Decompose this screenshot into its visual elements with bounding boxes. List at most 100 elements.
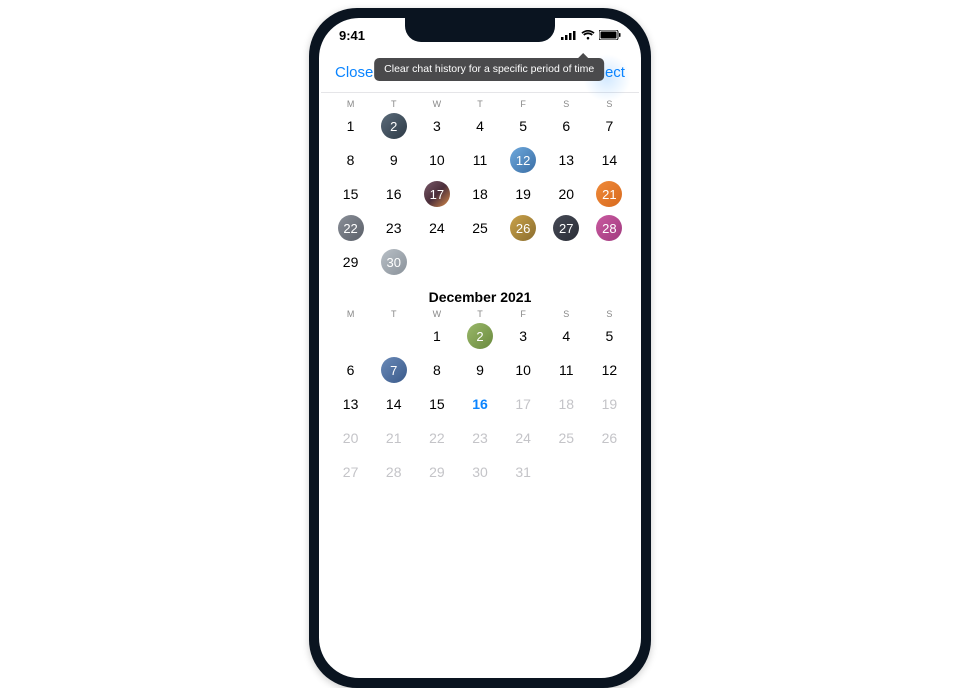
weekday-label: T (372, 309, 415, 319)
calendar-sheet: Close Calendar Select Clear chat history… (321, 52, 639, 497)
day-cell[interactable]: 6 (329, 353, 372, 387)
month-grid: 1234567891011121314151617181920212223242… (329, 319, 631, 489)
day-cell[interactable]: 18 (545, 387, 588, 421)
weekday-row: MTWTFSS (329, 309, 631, 319)
day-cell[interactable]: 29 (415, 455, 458, 489)
weekday-label: T (458, 309, 501, 319)
day-media-bubble[interactable]: 2 (381, 113, 407, 139)
day-cell[interactable]: 17 (415, 177, 458, 211)
calendar-body: MTWTFSS123456789101112131415161718192021… (321, 93, 639, 497)
day-cell[interactable]: 8 (415, 353, 458, 387)
weekday-label: S (545, 99, 588, 109)
day-cell[interactable]: 11 (545, 353, 588, 387)
day-cell-blank (372, 319, 415, 353)
day-cell[interactable]: 1 (329, 109, 372, 143)
day-cell-blank (329, 319, 372, 353)
day-media-bubble[interactable]: 21 (596, 181, 622, 207)
day-cell[interactable]: 16 (372, 177, 415, 211)
day-cell[interactable]: 9 (458, 353, 501, 387)
weekday-row: MTWTFSS (329, 99, 631, 109)
day-media-bubble[interactable]: 12 (510, 147, 536, 173)
cellular-icon (561, 30, 577, 40)
status-icons (561, 30, 621, 40)
weekday-label: F (502, 99, 545, 109)
day-cell[interactable]: 21 (372, 421, 415, 455)
day-cell[interactable]: 27 (329, 455, 372, 489)
weekday-label: T (458, 99, 501, 109)
day-cell[interactable]: 14 (372, 387, 415, 421)
battery-icon (599, 30, 621, 40)
day-cell[interactable]: 28 (372, 455, 415, 489)
day-cell[interactable]: 2 (372, 109, 415, 143)
day-cell[interactable]: 5 (502, 109, 545, 143)
day-cell[interactable]: 7 (588, 109, 631, 143)
day-media-bubble[interactable]: 17 (424, 181, 450, 207)
day-cell[interactable]: 14 (588, 143, 631, 177)
day-media-bubble[interactable]: 22 (338, 215, 364, 241)
day-cell[interactable]: 22 (329, 211, 372, 245)
weekday-label: F (502, 309, 545, 319)
day-cell[interactable]: 30 (372, 245, 415, 279)
day-cell[interactable]: 15 (415, 387, 458, 421)
day-cell[interactable]: 24 (502, 421, 545, 455)
day-cell[interactable]: 20 (545, 177, 588, 211)
day-cell[interactable]: 11 (458, 143, 501, 177)
day-cell[interactable]: 3 (502, 319, 545, 353)
day-cell[interactable]: 12 (502, 143, 545, 177)
day-cell[interactable]: 3 (415, 109, 458, 143)
day-cell[interactable]: 25 (545, 421, 588, 455)
notch (405, 18, 555, 42)
weekday-label: T (372, 99, 415, 109)
day-cell[interactable]: 28 (588, 211, 631, 245)
day-cell[interactable]: 30 (458, 455, 501, 489)
day-cell[interactable]: 13 (545, 143, 588, 177)
day-cell[interactable]: 23 (458, 421, 501, 455)
day-media-bubble[interactable]: 28 (596, 215, 622, 241)
day-cell[interactable]: 21 (588, 177, 631, 211)
month-title: December 2021 (329, 289, 631, 305)
weekday-label: S (588, 309, 631, 319)
day-cell[interactable]: 17 (502, 387, 545, 421)
day-cell[interactable]: 31 (502, 455, 545, 489)
tooltip: Clear chat history for a specific period… (374, 58, 604, 81)
weekday-label: S (545, 309, 588, 319)
day-cell[interactable]: 26 (502, 211, 545, 245)
day-cell[interactable]: 4 (458, 109, 501, 143)
day-cell[interactable]: 22 (415, 421, 458, 455)
day-media-bubble[interactable]: 26 (510, 215, 536, 241)
close-button[interactable]: Close (335, 64, 373, 81)
phone-screen: 9:41 Close Calendar Select Clear chat hi (319, 18, 641, 678)
day-cell[interactable]: 27 (545, 211, 588, 245)
day-cell[interactable]: 6 (545, 109, 588, 143)
day-media-bubble[interactable]: 7 (381, 357, 407, 383)
day-cell[interactable]: 4 (545, 319, 588, 353)
day-cell[interactable]: 10 (415, 143, 458, 177)
day-cell[interactable]: 13 (329, 387, 372, 421)
day-cell[interactable]: 23 (372, 211, 415, 245)
day-cell[interactable]: 29 (329, 245, 372, 279)
day-media-bubble[interactable]: 27 (553, 215, 579, 241)
day-cell[interactable]: 19 (502, 177, 545, 211)
day-cell[interactable]: 19 (588, 387, 631, 421)
day-cell[interactable]: 8 (329, 143, 372, 177)
day-media-bubble[interactable]: 2 (467, 323, 493, 349)
day-cell[interactable]: 20 (329, 421, 372, 455)
day-cell[interactable]: 1 (415, 319, 458, 353)
day-cell[interactable]: 12 (588, 353, 631, 387)
day-cell[interactable]: 9 (372, 143, 415, 177)
day-cell[interactable]: 7 (372, 353, 415, 387)
day-cell[interactable]: 16 (458, 387, 501, 421)
day-cell[interactable]: 25 (458, 211, 501, 245)
day-cell[interactable]: 5 (588, 319, 631, 353)
day-cell[interactable]: 18 (458, 177, 501, 211)
day-cell[interactable]: 26 (588, 421, 631, 455)
weekday-label: W (415, 309, 458, 319)
weekday-label: M (329, 309, 372, 319)
day-cell[interactable]: 15 (329, 177, 372, 211)
status-time: 9:41 (339, 28, 365, 43)
day-cell[interactable]: 10 (502, 353, 545, 387)
phone-frame: 9:41 Close Calendar Select Clear chat hi (309, 8, 651, 688)
day-cell[interactable]: 2 (458, 319, 501, 353)
day-media-bubble[interactable]: 30 (381, 249, 407, 275)
day-cell[interactable]: 24 (415, 211, 458, 245)
